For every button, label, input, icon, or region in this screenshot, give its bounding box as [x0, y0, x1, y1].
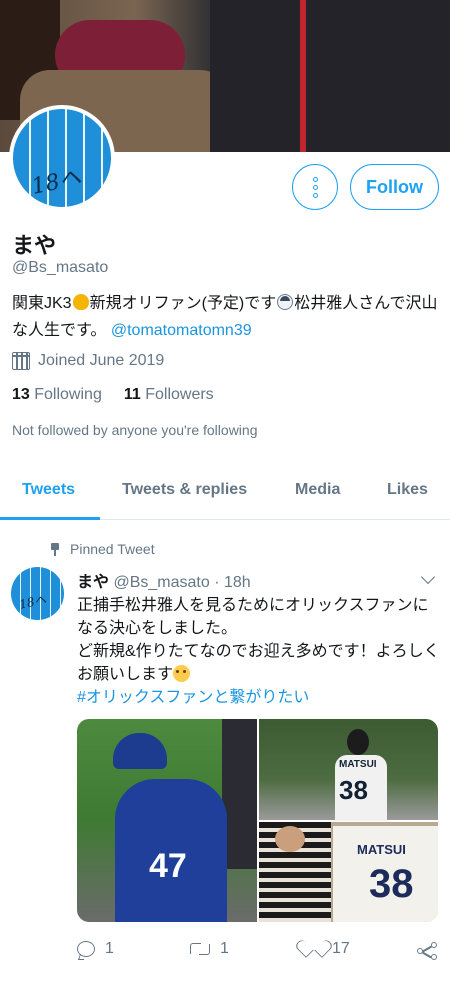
heart-icon [304, 941, 322, 957]
image-player-head [347, 729, 369, 755]
follow-button[interactable]: Follow [350, 164, 439, 210]
tweet-text-segment: ど新規&作りたてなのでお迎え多めです！よろしくお願いします [77, 643, 440, 683]
jersey-number: 38 [339, 775, 368, 805]
jersey-name: MATSUI [339, 759, 377, 770]
chevron-down-icon[interactable] [420, 569, 436, 585]
retweet-count: 1 [220, 940, 229, 957]
tweet-text: 正捕手松井雅人を見るためにオリックスファンになる決心をしました。 ど新規&作りた… [77, 594, 442, 709]
profile-name: まや [12, 233, 57, 258]
tweet-hashtag-link[interactable]: #オリックスファンと繋がりたい [77, 686, 442, 709]
retweet-button[interactable]: 1 [190, 940, 229, 958]
tweet-text-line: 正捕手松井雅人を見るためにオリックスファンになる決心をしました。 [77, 597, 429, 637]
profile-avatar[interactable]: 18ヘ [9, 105, 115, 211]
profile-tabs: Tweets Tweets & replies Media Likes [0, 462, 450, 520]
calendar-icon [12, 352, 30, 370]
image-background-person [222, 719, 257, 869]
tweet-avatar-scribble: 18ヘ [17, 592, 48, 612]
bio-text: 関東JK3 [12, 295, 72, 312]
avatar-scribble: 18ヘ [29, 165, 84, 200]
tweet-header: まや @Bs_masato · 18h [77, 568, 251, 592]
tweet-media-image-3[interactable]: MATSUI 38 [259, 822, 438, 922]
tab-tweets[interactable]: Tweets [22, 481, 75, 499]
jersey-name: MATSUI [357, 842, 406, 857]
tweet-media-grid: 47 MATSUI 38 MATSUI 38 [77, 719, 438, 922]
tweet-actions: 1 1 17 [77, 940, 442, 964]
baseball-cap-emoji-icon [277, 294, 294, 310]
jersey-number: 38 [369, 862, 414, 906]
profile-handle: @Bs_masato [12, 259, 109, 276]
follow-counts: 13 Following 11 Followers [12, 386, 214, 404]
active-tab-indicator [0, 517, 100, 520]
following-label: Following [34, 386, 102, 403]
tweet-text-line: ど新規&作りたてなのでお迎え多めです！よろしくお願いします [77, 640, 442, 686]
smile-emoji-icon [173, 665, 191, 682]
pinned-tweet-label: Pinned Tweet [50, 541, 155, 557]
share-icon[interactable] [417, 942, 437, 960]
tweet-time[interactable]: 18h [224, 574, 251, 591]
tweet-avatar[interactable]: 18ヘ [11, 567, 64, 620]
banner-zip [300, 0, 306, 152]
more-options-button[interactable] [292, 164, 338, 210]
pinned-text: Pinned Tweet [70, 541, 155, 557]
more-options-icon [312, 176, 318, 182]
tweet-media-image-1[interactable]: 47 [77, 719, 257, 922]
jersey-number: 47 [149, 847, 187, 885]
bio-mention-link[interactable]: @tomatomatomn39 [111, 322, 252, 339]
pin-icon [50, 542, 60, 556]
joined-date: Joined June 2019 [12, 352, 164, 370]
tab-likes[interactable]: Likes [387, 481, 428, 499]
image-fan-cap [113, 733, 167, 769]
bio-text: 新規オリファン(予定)です [89, 295, 277, 312]
tweet-author-name[interactable]: まや [77, 574, 109, 591]
followers-label: Followers [145, 386, 214, 403]
tweet-author-handle[interactable]: @Bs_masato [113, 574, 209, 591]
joined-text: Joined June 2019 [38, 352, 165, 369]
chick-emoji-icon [72, 294, 89, 310]
like-button[interactable]: 17 [304, 940, 350, 958]
retweet-icon [190, 942, 210, 956]
following-count: 13 [12, 386, 30, 403]
image-person-face [275, 826, 305, 852]
profile-bio: 関東JK3 新規オリファン(予定)です 松井雅人さんで沢山な人生です。 @tomat… [12, 290, 442, 344]
reply-button[interactable]: 1 [77, 940, 114, 958]
not-followed-note: Not followed by anyone you're following [12, 422, 258, 438]
tweet-separator: · [214, 574, 220, 591]
reply-icon [77, 941, 95, 957]
followers-count: 11 [123, 386, 141, 403]
more-options-icon [312, 192, 318, 198]
reply-count: 1 [105, 940, 114, 957]
tab-media[interactable]: Media [295, 481, 340, 499]
tweet-media-image-2[interactable]: MATSUI 38 [259, 719, 438, 821]
following-link[interactable]: 13 Following [12, 386, 102, 404]
like-count: 17 [332, 940, 350, 957]
tab-tweets-replies[interactable]: Tweets & replies [122, 481, 247, 499]
followers-link[interactable]: 11 Followers [124, 386, 214, 404]
banner-jacket [210, 0, 450, 152]
more-options-icon [312, 184, 318, 190]
